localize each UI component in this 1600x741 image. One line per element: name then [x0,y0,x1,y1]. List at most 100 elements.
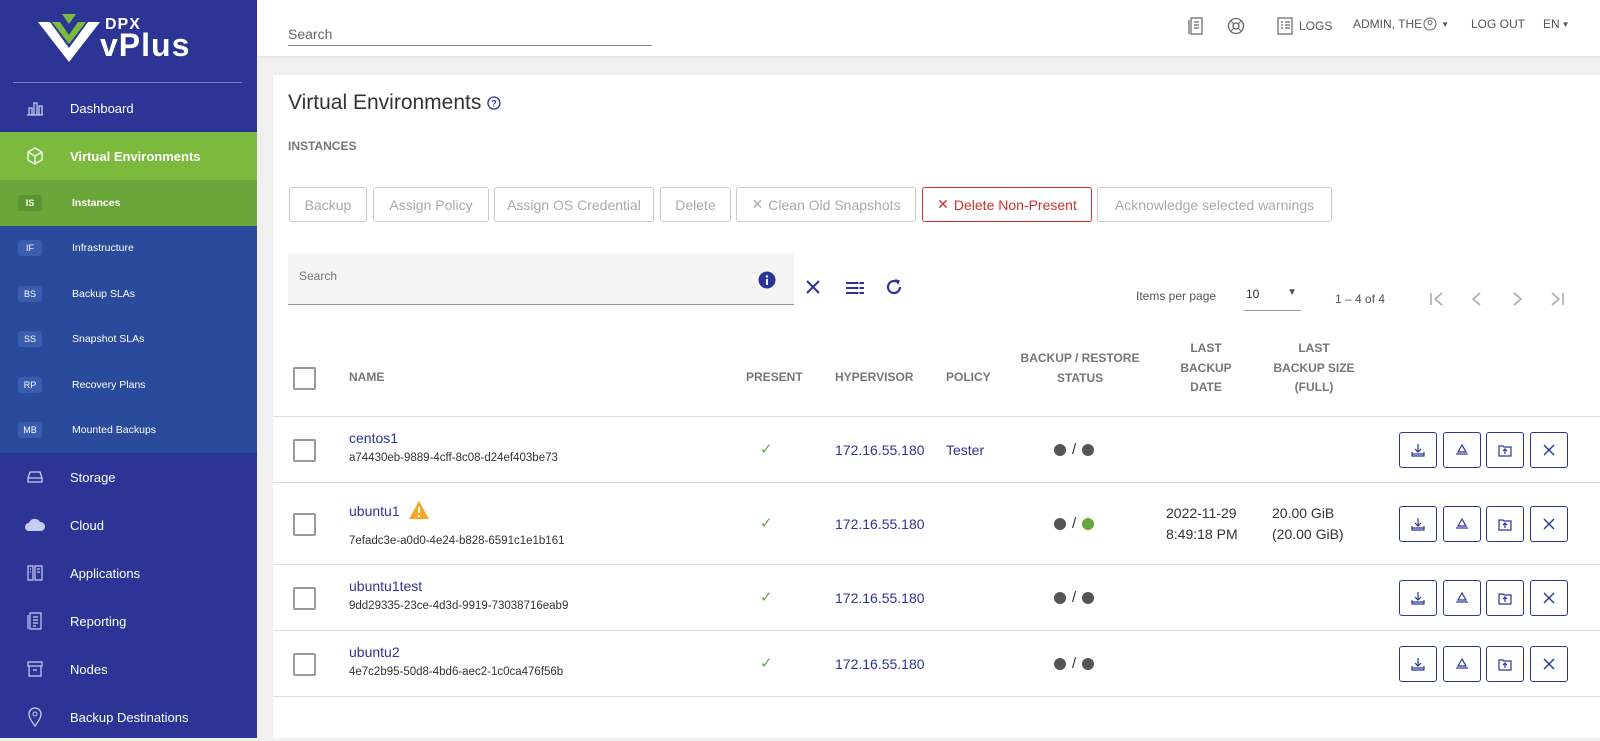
instance-name-link[interactable]: centos1 [349,430,398,446]
logo[interactable]: DPX vPlus [0,0,257,82]
logs-label: LOGS [1299,19,1333,33]
remove-row-button[interactable] [1530,580,1568,616]
user-name: ADMIN, THE [1353,17,1423,31]
sidebar-item-cloud[interactable]: Cloud [0,501,257,549]
sidebar-subitem-abbr: SS [18,331,42,348]
table-row[interactable]: ubuntu2 4e7c2b95-50d8-4bd6-aec2-1c0ca476… [273,631,1600,697]
backup-row-button[interactable] [1399,506,1437,542]
table-row[interactable]: ubuntu1test 9dd29335-23ce-4d3d-9919-7303… [273,565,1600,631]
header-last-backup-size[interactable]: LAST BACKUP SIZE (FULL) [1259,339,1369,398]
last-backup-date-line: 2022-11-29 [1166,505,1237,521]
header-hypervisor[interactable]: HYPERVISOR [835,368,913,388]
header-policy[interactable]: POLICY [946,368,991,388]
sidebar-item-label: Nodes [70,661,108,677]
restore-row-button[interactable] [1443,506,1481,542]
mount-row-button[interactable] [1486,580,1524,616]
backup-row-button[interactable] [1399,646,1437,682]
help-icon[interactable]: ? [487,96,502,110]
location-pin-icon [0,707,70,727]
restore-icon [1456,657,1468,669]
instance-name-link[interactable]: ubuntu1test [349,578,422,594]
main-panel: Virtual Environments ? INSTANCES Backup … [273,75,1600,738]
folder-upload-icon [1498,659,1512,671]
report-icon[interactable] [1188,17,1204,35]
last-page-icon[interactable] [1549,291,1565,307]
user-icon [1423,17,1437,31]
delete-button[interactable]: Delete [660,187,731,222]
instance-name-link[interactable]: ubuntu1 [349,503,400,519]
warning-icon[interactable] [408,500,430,520]
remove-row-button[interactable] [1530,646,1568,682]
select-all-checkbox[interactable] [293,367,316,390]
row-checkbox[interactable] [293,513,316,536]
restore-row-button[interactable] [1443,432,1481,468]
mount-row-button[interactable] [1486,646,1524,682]
language-select[interactable]: EN ▼ [1543,17,1570,31]
sidebar-subitem-mounted-backups[interactable]: MB Mounted Backups [0,407,257,453]
restore-row-button[interactable] [1443,580,1481,616]
sidebar-subitem-recovery-plans[interactable]: RP Recovery Plans [0,362,257,408]
first-page-icon[interactable] [1429,291,1445,307]
hypervisor-link[interactable]: 172.16.55.180 [835,656,925,672]
previous-page-icon[interactable] [1469,291,1485,307]
sidebar-subitem-abbr: MB [18,422,42,439]
sidebar-item-backup-destinations[interactable]: Backup Destinations [0,693,257,741]
remove-row-button[interactable] [1530,506,1568,542]
refresh-icon[interactable] [884,277,904,297]
logout-button[interactable]: LOG OUT [1471,17,1525,31]
items-per-page-select[interactable]: 10 ▼ [1244,287,1301,311]
delete-non-present-label: Delete Non-Present [953,196,1077,213]
backup-restore-status: / [1054,515,1095,532]
folder-upload-icon [1498,593,1512,605]
header-present[interactable]: PRESENT [746,368,803,388]
row-checkbox[interactable] [293,587,316,610]
restore-icon [1456,517,1468,529]
backup-row-button[interactable] [1399,432,1437,468]
remove-row-button[interactable] [1530,432,1568,468]
info-icon[interactable] [758,271,776,289]
user-menu[interactable]: ADMIN, THE ▼ [1353,17,1449,31]
backup-button[interactable]: Backup [289,187,367,222]
top-search-input[interactable] [288,22,652,46]
header-backup-restore-status[interactable]: BACKUP / RESTORE STATUS [1015,349,1145,388]
row-checkbox[interactable] [293,653,316,676]
support-icon[interactable] [1227,17,1245,35]
hypervisor-link[interactable]: 172.16.55.180 [835,516,925,532]
sidebar-subitem-instances[interactable]: IS Instances [0,180,257,226]
header-name[interactable]: NAME [349,368,384,388]
instance-name-link[interactable]: ubuntu2 [349,644,400,660]
mount-row-button[interactable] [1486,506,1524,542]
sidebar-item-applications[interactable]: Applications [0,549,257,597]
sidebar-item-reporting[interactable]: Reporting [0,597,257,645]
table-row[interactable]: ubuntu1 7efadc3e-a0d0-4e24-b828-6591c1e1… [273,483,1600,565]
sidebar-subitem-infrastructure[interactable]: IF Infrastructure [0,225,257,271]
sidebar-item-nodes[interactable]: Nodes [0,645,257,693]
sidebar-subitem-backup-slas[interactable]: BS Backup SLAs [0,271,257,317]
sidebar-item-virtual-environments[interactable]: Virtual Environments [0,132,257,180]
columns-icon[interactable] [845,281,865,295]
hypervisor-link[interactable]: 172.16.55.180 [835,442,925,458]
language-label: EN [1543,17,1560,31]
logs-button[interactable]: LOGS [1277,17,1332,35]
assign-policy-button[interactable]: Assign Policy [373,187,489,222]
hypervisor-link[interactable]: 172.16.55.180 [835,590,925,606]
sidebar-item-dashboard[interactable]: Dashboard [0,84,257,132]
delete-non-present-button[interactable]: ✕ Delete Non-Present [922,187,1092,222]
last-backup-size-line: (20.00 GiB) [1272,526,1344,542]
header-last-backup-date[interactable]: LAST BACKUP DATE [1166,339,1246,398]
restore-row-button[interactable] [1443,646,1481,682]
backup-row-button[interactable] [1399,580,1437,616]
clean-old-snapshots-button[interactable]: ✕ Clean Old Snapshots [736,187,916,222]
mount-row-button[interactable] [1486,432,1524,468]
sidebar-item-storage[interactable]: Storage [0,453,257,501]
clear-filter-icon[interactable] [805,279,821,295]
filter-search-input[interactable] [299,269,739,283]
sidebar-subitem-snapshot-slas[interactable]: SS Snapshot SLAs [0,316,257,362]
assign-os-credential-button[interactable]: Assign OS Credential [494,187,654,222]
row-checkbox[interactable] [293,439,316,462]
acknowledge-warnings-button[interactable]: Acknowledge selected warnings [1097,187,1332,222]
table-row[interactable]: centos1 a74430eb-9889-4cff-8c08-d24ef403… [273,417,1600,483]
policy-link[interactable]: Tester [946,442,984,458]
restore-status-dot [1082,591,1095,604]
next-page-icon[interactable] [1509,291,1525,307]
